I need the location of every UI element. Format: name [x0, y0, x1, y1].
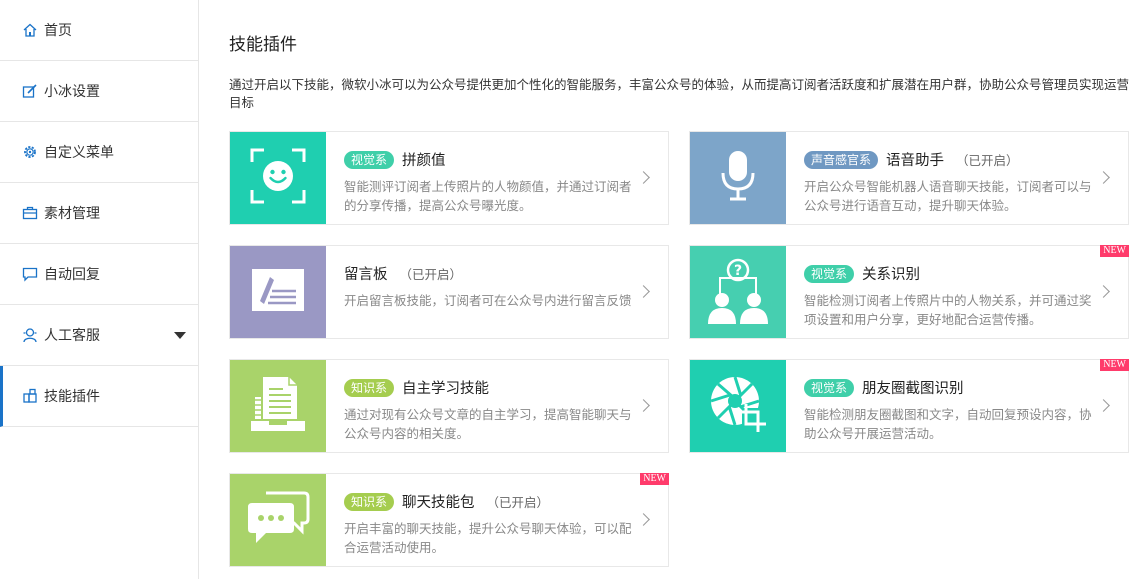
smiley-face-icon [248, 146, 308, 210]
chevron-right-icon [1097, 171, 1110, 184]
sidebar-item-home[interactable]: 首页 [0, 0, 198, 61]
chevron-right-icon [637, 513, 650, 526]
skill-name: 语音助手 [886, 153, 945, 169]
sidebar-item-auto-reply[interactable]: 自动回复 [0, 244, 198, 305]
skill-description: 智能测评订阅者上传照片的人物颜值，并通过订阅者的分享传播，提高公众号曝光度。 [344, 179, 632, 213]
skill-header: 留言板 （已开启） [344, 263, 462, 284]
skill-card-chat-skill-pack[interactable]: 知识系 聊天技能包 （已开启） 开启丰富的聊天技能，提升公众号聊天体验，可以配合… [229, 473, 669, 567]
chat-icon [22, 266, 38, 282]
sidebar-item-label: 自动回复 [44, 267, 100, 283]
chat-bubbles-icon [246, 489, 310, 551]
skill-tag: 视觉系 [344, 150, 395, 169]
skill-name: 留言板 [344, 267, 388, 283]
new-badge: NEW [1100, 245, 1129, 257]
skill-card-relationship-recognition[interactable]: ? 视觉系 关系识别 智能检测订阅者上传照片中的人物关系，并可通过奖项设置和用户… [689, 245, 1129, 339]
skill-header: 视觉系 关系识别 [804, 263, 920, 284]
gear-icon [22, 144, 38, 160]
skill-status: （已开启） [399, 267, 463, 282]
sidebar-item-skill-plugins[interactable]: 技能插件 [0, 366, 198, 427]
new-badge: NEW [640, 473, 669, 485]
aperture-crop-icon [708, 374, 768, 438]
chevron-right-icon [637, 285, 650, 298]
skill-thumbnail [230, 246, 326, 338]
skill-name: 聊天技能包 [402, 495, 475, 511]
skill-status: （已开启） [956, 153, 1019, 168]
skill-card-face-score[interactable]: 视觉系 拼颜值 智能测评订阅者上传照片的人物颜值，并通过订阅者的分享传播，提高公… [229, 131, 669, 225]
sidebar-item-label: 人工客服 [44, 328, 100, 344]
skill-name: 朋友圈截图识别 [862, 381, 964, 397]
briefcase-icon [22, 205, 38, 221]
sidebar: 首页 小冰设置 自定义菜单 素材管理 自动回复 人工客服 技能插件 [0, 0, 199, 579]
message-board-icon [250, 267, 306, 317]
chevron-right-icon [637, 399, 650, 412]
sidebar-item-label: 首页 [44, 23, 72, 39]
skill-header: 知识系 聊天技能包 （已开启） [344, 491, 549, 512]
microphone-icon [718, 149, 758, 207]
skill-description: 开启丰富的聊天技能，提升公众号聊天体验，可以配合运营活动使用。 [344, 521, 632, 555]
sidebar-item-custom-menu[interactable]: 自定义菜单 [0, 122, 198, 183]
skill-description: 通过对现有公众号文章的自主学习，提高智能聊天与公众号内容的相关度。 [344, 407, 632, 441]
sidebar-item-materials[interactable]: 素材管理 [0, 183, 198, 244]
skill-tag: 声音感官系 [804, 150, 879, 169]
new-badge: NEW [1100, 359, 1129, 371]
skill-description: 智能检测订阅者上传照片中的人物关系，并可通过奖项设置和用户分享，更好地配合运营传… [804, 293, 1092, 327]
chevron-right-icon [1097, 285, 1110, 298]
page-title: 技能插件 [229, 35, 297, 55]
document-stack-icon [247, 375, 309, 437]
sidebar-item-label: 素材管理 [44, 206, 100, 222]
skill-thumbnail [230, 474, 326, 566]
home-icon [22, 22, 38, 38]
people-relation-icon: ? [702, 254, 774, 330]
user-service-icon [22, 327, 38, 343]
skill-name: 自主学习技能 [402, 381, 490, 397]
skill-name: 拼颜值 [402, 153, 446, 169]
sidebar-item-xiaoice-settings[interactable]: 小冰设置 [0, 61, 198, 122]
skill-card-moments-screenshot[interactable]: 视觉系 朋友圈截图识别 智能检测朋友圈截图和文字，自动回复预设内容，协助公众号开… [689, 359, 1129, 453]
skill-tag: 视觉系 [804, 264, 855, 283]
skill-tag: 知识系 [344, 378, 395, 397]
skill-thumbnail: ? [690, 246, 786, 338]
chevron-right-icon [637, 171, 650, 184]
skill-header: 声音感官系 语音助手 （已开启） [804, 149, 1019, 170]
skill-description: 开启公众号智能机器人语音聊天技能，订阅者可以与公众号进行语音互动，提升聊天体验。 [804, 179, 1092, 213]
sidebar-item-customer-service[interactable]: 人工客服 [0, 305, 198, 366]
skill-description: 开启留言板技能，订阅者可在公众号内进行留言反馈 [344, 293, 632, 308]
skill-thumbnail [230, 132, 326, 224]
edit-icon [22, 83, 38, 99]
skill-status: （已开启） [486, 495, 550, 510]
page-description: 通过开启以下技能，微软小冰可以为公众号提供更加个性化的智能服务，丰富公众号的体验… [229, 77, 1130, 110]
skill-thumbnail [230, 360, 326, 452]
skill-thumbnail [690, 360, 786, 452]
sidebar-item-label: 自定义菜单 [44, 145, 114, 161]
skill-thumbnail [690, 132, 786, 224]
skill-name: 关系识别 [862, 267, 921, 283]
skill-tag: 视觉系 [804, 378, 855, 397]
skill-card-voice-assistant[interactable]: 声音感官系 语音助手 （已开启） 开启公众号智能机器人语音聊天技能，订阅者可以与… [689, 131, 1129, 225]
chevron-down-icon[interactable] [174, 332, 186, 339]
plugin-icon [22, 388, 38, 404]
sidebar-item-label: 小冰设置 [44, 84, 100, 100]
skill-tag: 知识系 [344, 492, 395, 511]
skill-description: 智能检测朋友圈截图和文字，自动回复预设内容，协助公众号开展运营活动。 [804, 407, 1092, 441]
skill-header: 知识系 自主学习技能 [344, 377, 489, 398]
skill-header: 视觉系 朋友圈截图识别 [804, 377, 964, 398]
skill-header: 视觉系 拼颜值 [344, 149, 446, 170]
skill-card-self-learning[interactable]: 知识系 自主学习技能 通过对现有公众号文章的自主学习，提高智能聊天与公众号内容的… [229, 359, 669, 453]
sidebar-item-label: 技能插件 [44, 389, 100, 405]
main-content: 技能插件 通过开启以下技能，微软小冰可以为公众号提供更加个性化的智能服务，丰富公… [199, 0, 1148, 579]
skill-card-message-board[interactable]: 留言板 （已开启） 开启留言板技能，订阅者可在公众号内进行留言反馈 [229, 245, 669, 339]
svg-text:?: ? [734, 263, 742, 279]
chevron-right-icon [1097, 399, 1110, 412]
